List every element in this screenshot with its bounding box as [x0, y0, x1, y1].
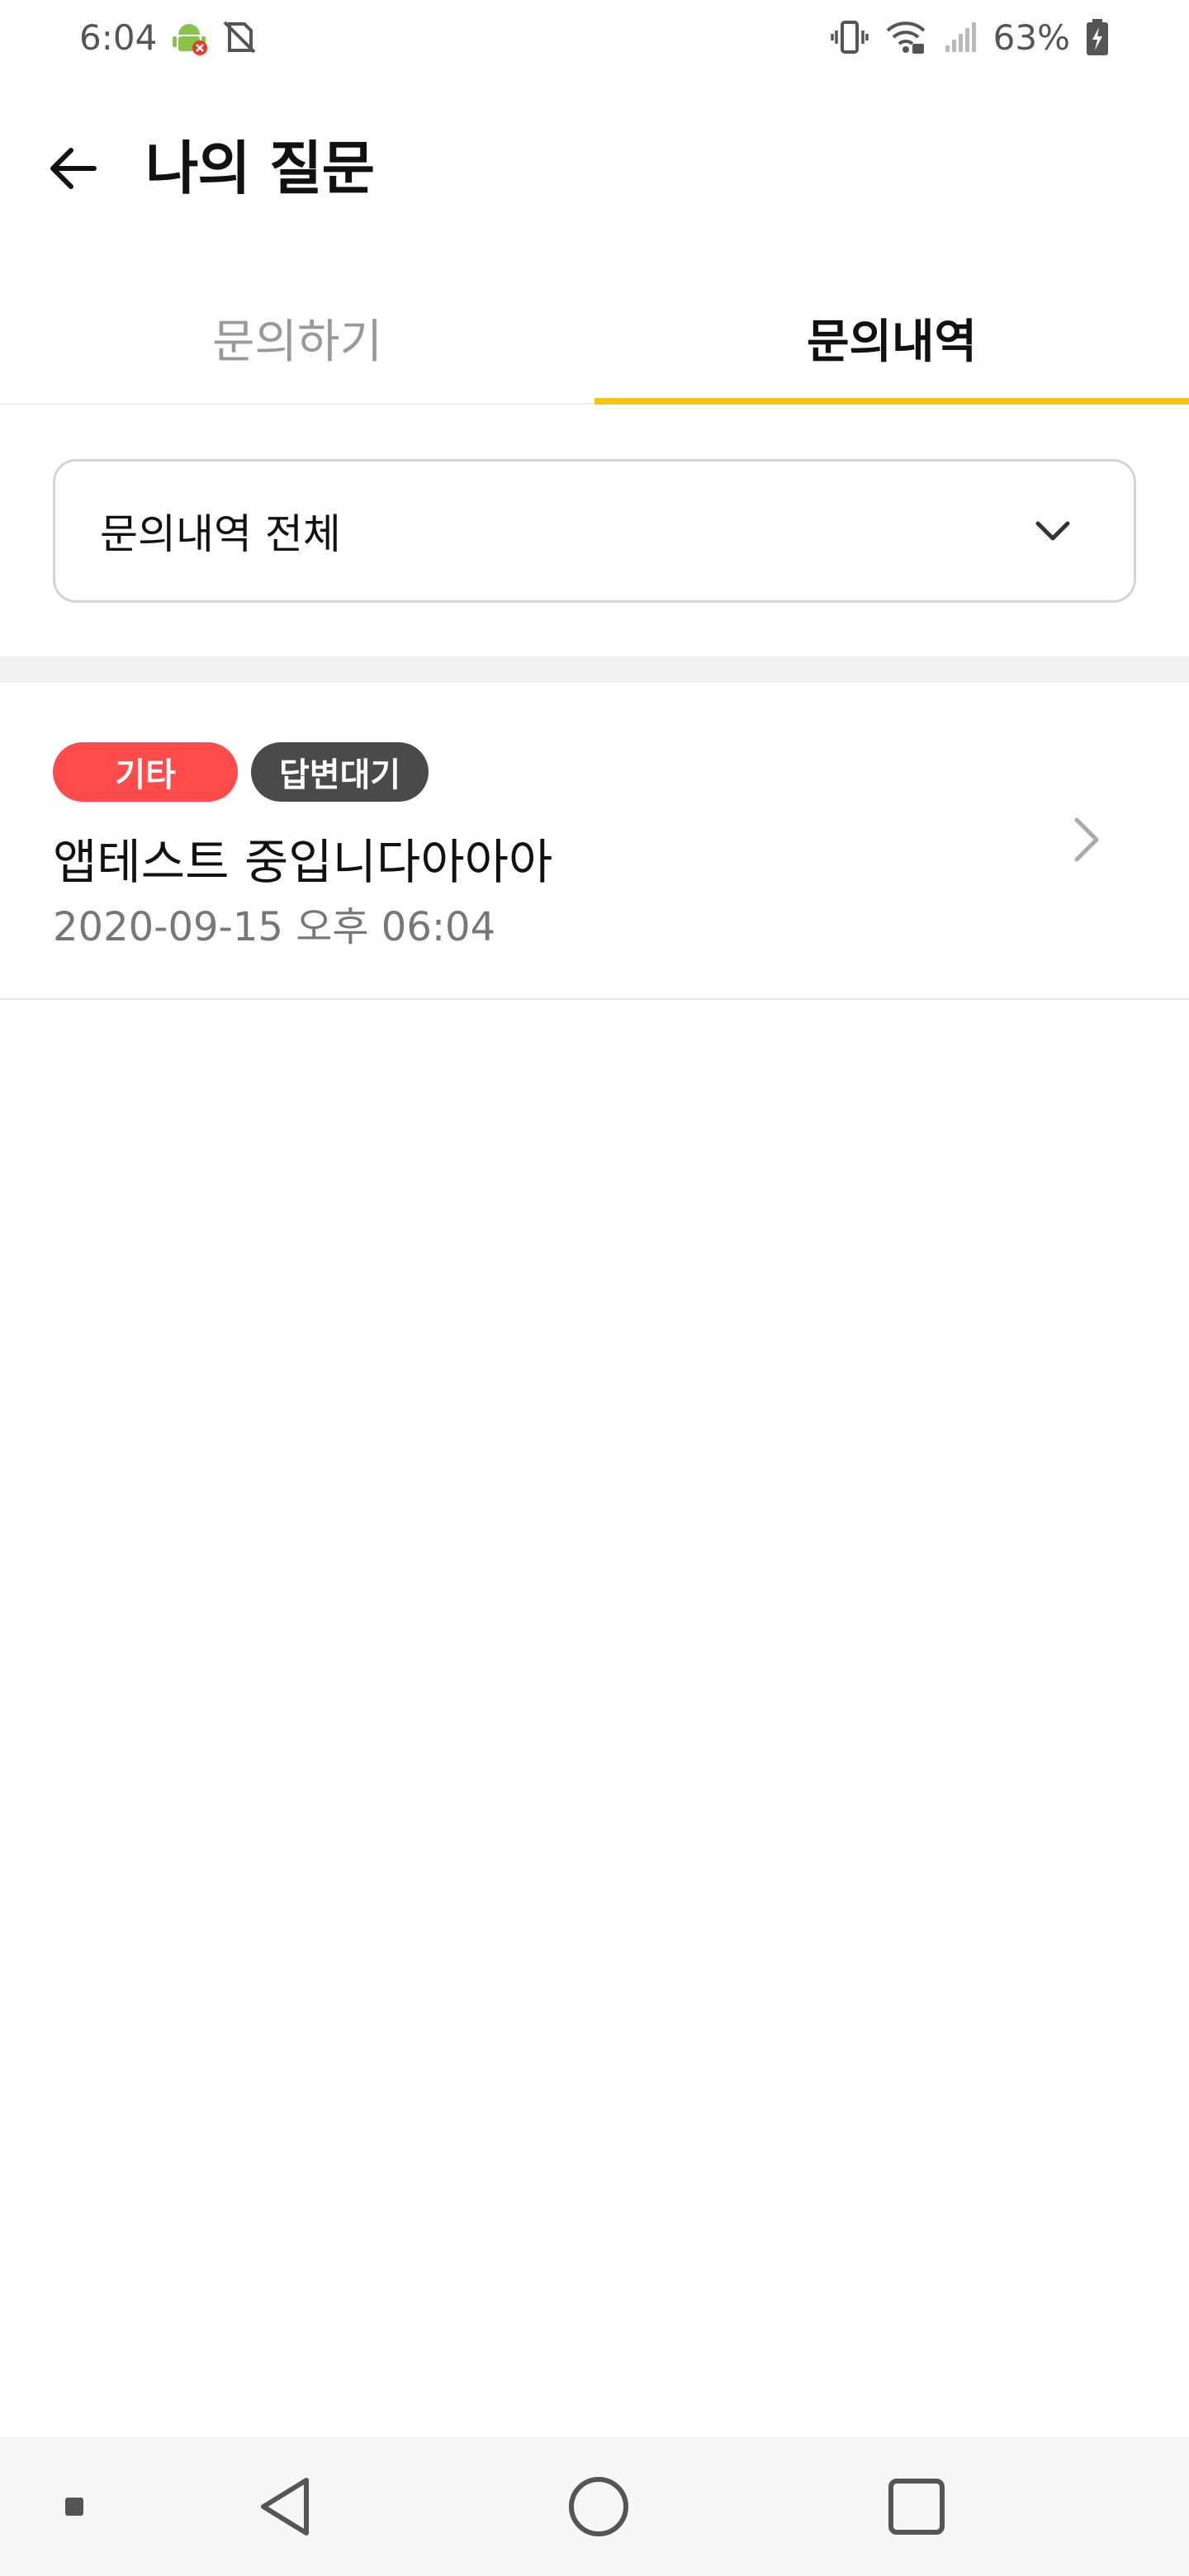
back-triangle-icon — [261, 2478, 309, 2536]
wifi-icon — [884, 19, 927, 55]
tab-inquiry-history[interactable]: 문의내역 — [594, 272, 1189, 405]
chevron-right-icon — [1062, 815, 1111, 864]
chevron-down-icon — [1035, 521, 1070, 541]
status-left: 6:04 — [79, 17, 258, 58]
battery-charging-icon — [1085, 17, 1110, 57]
android-debug-icon — [168, 17, 210, 58]
system-nav-bar — [0, 2437, 1189, 2576]
home-circle-icon — [569, 2477, 628, 2536]
nav-overview-button[interactable] — [863, 2437, 970, 2576]
category-badge: 기타 — [53, 742, 238, 802]
tab-inquire[interactable]: 문의하기 — [0, 272, 594, 403]
status-right: 63% — [830, 17, 1110, 58]
arrow-left-icon — [50, 148, 97, 189]
filter-selected-value: 문의내역 전체 — [100, 510, 341, 558]
inquiry-date: 2020-09-15 오후 06:04 — [53, 904, 496, 950]
section-divider — [0, 656, 1189, 683]
overview-square-icon — [888, 2479, 945, 2535]
recent-dot-button[interactable] — [33, 2437, 116, 2576]
inquiry-title: 앱테스트 중입니다아아아 — [53, 834, 553, 890]
inquiry-badges: 기타 답변대기 — [53, 742, 429, 802]
nav-back-button[interactable] — [231, 2437, 339, 2576]
no-sim-icon — [221, 19, 258, 55]
status-bar: 6:04 63% — [0, 0, 1189, 74]
nav-home-button[interactable] — [545, 2437, 652, 2576]
recent-dot-icon — [65, 2498, 83, 2516]
tab-bar: 문의하기 문의내역 — [0, 272, 1189, 405]
inquiry-list-item[interactable]: 기타 답변대기 앱테스트 중입니다아아아 2020-09-15 오후 06:04 — [0, 683, 1189, 1000]
page-title: 나의 질문 — [145, 135, 375, 202]
status-badge: 답변대기 — [251, 742, 429, 802]
cell-signal-icon — [942, 19, 978, 55]
back-button[interactable] — [36, 132, 109, 205]
inquiry-list: 기타 답변대기 앱테스트 중입니다아아아 2020-09-15 오후 06:04 — [0, 683, 1189, 1000]
vibrate-icon — [830, 17, 869, 57]
app-header: 나의 질문 — [0, 99, 1189, 231]
status-time: 6:04 — [79, 17, 158, 58]
battery-level: 63% — [992, 17, 1070, 58]
inquiry-filter-select[interactable]: 문의내역 전체 — [53, 459, 1136, 603]
